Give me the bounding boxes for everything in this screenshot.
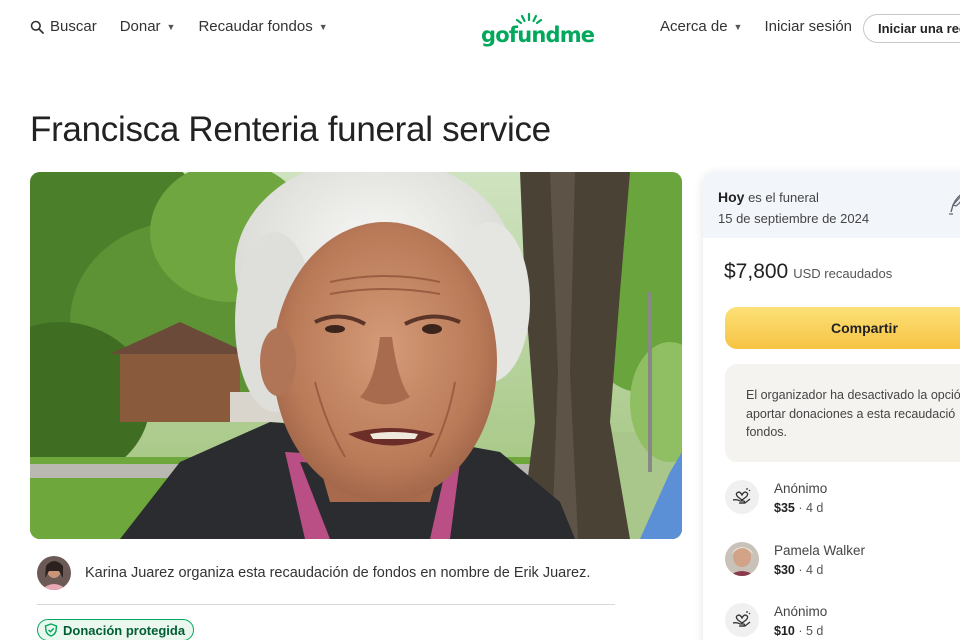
- donor-item: Anónimo $35 · 4 d: [725, 480, 827, 515]
- share-button[interactable]: Compartir: [725, 307, 960, 349]
- nav-left-group: Buscar Donar ▼ Recaudar fondos ▼: [30, 18, 328, 35]
- donor-amount: $35: [774, 501, 795, 515]
- avatar: [725, 542, 759, 576]
- donor-amount: $30: [774, 563, 795, 577]
- fundraise-menu[interactable]: Recaudar fondos ▼: [198, 18, 327, 35]
- search-link[interactable]: Buscar: [30, 18, 97, 35]
- start-fundraiser-label: Iniciar una rec: [878, 21, 960, 36]
- caret-down-icon: ▼: [318, 21, 328, 32]
- event-title: Hoy es el funeral: [718, 189, 960, 205]
- campaign-photo-image: [30, 172, 682, 539]
- fundraise-label: Recaudar fondos: [198, 18, 313, 35]
- page-title: Francisca Renteria funeral service: [30, 110, 551, 149]
- donation-heart-icon: [725, 480, 759, 514]
- amount-value: $7,800: [724, 260, 789, 283]
- avatar[interactable]: [37, 556, 71, 590]
- notice-line: fondos.: [746, 425, 788, 439]
- protected-donation-badge[interactable]: Donación protegida: [37, 619, 195, 640]
- donor-name: Anónimo: [774, 604, 828, 619]
- donor-time: · 4 d: [794, 563, 824, 577]
- share-label: Compartir: [831, 320, 898, 336]
- about-menu[interactable]: Acerca de ▼: [660, 18, 742, 35]
- donor-meta: $35 · 4 d: [774, 501, 827, 515]
- notice-line: El organizador ha desactivado la opció: [746, 388, 960, 402]
- signin-label: Iniciar sesión: [764, 18, 853, 35]
- donor-name: Anónimo: [774, 481, 828, 496]
- amount-label: USD recaudados: [793, 266, 893, 281]
- organizer-text: Karina Juarez organiza esta recaudación …: [85, 565, 591, 581]
- donor-item: Pamela Walker $30 · 4 d: [725, 542, 865, 577]
- donor-amount: $10: [774, 624, 795, 638]
- donation-heart-icon: [725, 603, 759, 637]
- donations-disabled-notice: El organizador ha desactivado la opció a…: [725, 364, 960, 462]
- amount-raised: $7,800 USD recaudados: [724, 260, 892, 284]
- caret-down-icon: ▼: [166, 21, 176, 32]
- nav-right-group: Acerca de ▼ Iniciar sesión: [660, 18, 852, 35]
- event-date: 15 de septiembre de 2024: [718, 211, 870, 226]
- notice-line: aportar donaciones a esta recaudació: [746, 406, 956, 421]
- donor-meta: $10 · 5 d: [774, 624, 827, 638]
- donor-time: · 5 d: [794, 624, 824, 638]
- divider: [37, 604, 615, 605]
- signin-link[interactable]: Iniciar sesión: [764, 18, 852, 35]
- event-rest: es el funeral: [744, 190, 819, 205]
- logo-text: gofundme: [481, 23, 595, 47]
- organizer-avatar-image: [37, 556, 71, 590]
- start-fundraiser-button[interactable]: Iniciar una rec: [863, 14, 960, 43]
- search-label: Buscar: [50, 18, 97, 35]
- caret-down-icon: ▼: [733, 21, 743, 32]
- donate-menu[interactable]: Donar ▼: [120, 18, 176, 35]
- donor-name: Pamela Walker: [774, 543, 866, 558]
- campaign-photo[interactable]: [30, 172, 682, 539]
- top-navigation: Buscar Donar ▼ Recaudar fondos ▼ gofundm…: [0, 0, 960, 58]
- event-today: Hoy: [718, 189, 745, 205]
- donor-item: Anónimo $10 · 5 d: [725, 603, 827, 638]
- donor-time: · 4 d: [794, 501, 824, 515]
- donor-meta: $30 · 4 d: [774, 563, 865, 577]
- protected-donation-label: Donación protegida: [63, 622, 186, 638]
- donor-avatar-image: [725, 542, 759, 576]
- about-label: Acerca de: [660, 18, 728, 35]
- gofundme-logo[interactable]: gofundme: [481, 12, 595, 47]
- donate-label: Donar: [119, 18, 161, 35]
- quill-icon: [949, 194, 960, 215]
- donation-card: Hoy es el funeral 15 de septiembre de 20…: [703, 172, 960, 640]
- search-icon: [30, 20, 44, 34]
- organizer-row: Karina Juarez organiza esta recaudación …: [37, 556, 590, 590]
- shield-check-icon: [44, 623, 58, 637]
- event-banner: Hoy es el funeral 15 de septiembre de 20…: [703, 172, 960, 238]
